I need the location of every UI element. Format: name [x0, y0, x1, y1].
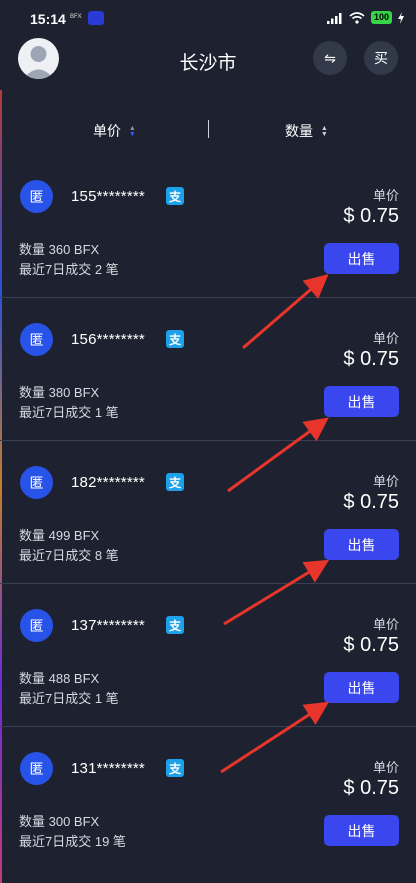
buy-label: 买: [374, 50, 388, 66]
merchant-phone: 137********: [71, 617, 145, 634]
app-notification-icon: [88, 11, 104, 25]
anonymous-merchant-icon: 匿: [20, 752, 53, 785]
sell-button[interactable]: 出售: [324, 243, 399, 274]
merchant-phone: 182********: [71, 474, 145, 491]
swap-icon: ⇋: [324, 49, 336, 66]
listing-card: 匿 131******** 支 数量 300 BFX 最近7日成交 19 笔 单…: [0, 727, 416, 869]
sort-by-quantity[interactable]: 数量 ▲ ▼: [285, 121, 328, 141]
anonymous-merchant-icon: 匿: [20, 609, 53, 642]
sell-button[interactable]: 出售: [324, 672, 399, 703]
status-indicators: 100: [326, 11, 404, 24]
price-label: 单价: [372, 617, 399, 632]
listing-card: 匿 137******** 支 数量 488 BFX 最近7日成交 1 笔 单价…: [0, 584, 416, 727]
status-app-label: BFX: [70, 14, 82, 20]
header: 长沙市 ⇋ 买: [0, 36, 416, 86]
price-label: 单价: [372, 188, 399, 203]
price-label: 单价: [372, 760, 399, 775]
sort-by-price[interactable]: 单价 ▲ ▼: [93, 121, 136, 141]
listing-price: $ 0.75: [343, 205, 399, 227]
listing-recent-trades: 最近7日成交 1 笔: [19, 405, 119, 420]
listing-recent-trades: 最近7日成交 8 笔: [19, 548, 119, 563]
anonymous-merchant-icon: 匿: [20, 180, 53, 213]
anonymous-merchant-icon: 匿: [20, 466, 53, 499]
listing-price: $ 0.75: [343, 348, 399, 370]
alipay-icon: 支: [166, 473, 184, 491]
sort-quantity-label: 数量: [285, 123, 313, 139]
listing-quantity: 数量 360 BFX: [19, 242, 100, 257]
sort-arrows-icon: ▲ ▼: [128, 125, 136, 139]
listing-quantity: 数量 488 BFX: [19, 671, 100, 686]
merchant-phone: 155********: [71, 188, 145, 205]
alipay-icon: 支: [166, 616, 184, 634]
sort-bar: 单价 ▲ ▼ 数量 ▲ ▼: [0, 112, 416, 148]
alipay-icon: 支: [166, 187, 184, 205]
listing-recent-trades: 最近7日成交 1 笔: [19, 691, 119, 706]
listing-quantity: 数量 499 BFX: [19, 528, 100, 543]
listing-recent-trades: 最近7日成交 19 笔: [19, 834, 126, 849]
wifi-icon: [349, 11, 365, 24]
merchant-phone: 131********: [71, 760, 145, 777]
listing-price: $ 0.75: [343, 777, 399, 799]
listing-quantity: 数量 380 BFX: [19, 385, 100, 400]
alipay-icon: 支: [166, 759, 184, 777]
listing-card: 匿 156******** 支 数量 380 BFX 最近7日成交 1 笔 单价…: [0, 298, 416, 441]
sort-arrows-icon: ▲ ▼: [320, 125, 328, 139]
status-time: 15:14: [30, 11, 66, 27]
charging-icon: [398, 11, 404, 24]
sell-button[interactable]: 出售: [324, 386, 399, 417]
anonymous-merchant-icon: 匿: [20, 323, 53, 356]
listing-price: $ 0.75: [343, 491, 399, 513]
status-bar: 15:14 BFX 100: [0, 0, 416, 36]
sort-price-label: 单价: [93, 123, 121, 139]
listing-quantity: 数量 300 BFX: [19, 814, 100, 829]
price-label: 单价: [372, 474, 399, 489]
listing-card: 匿 155******** 支 数量 360 BFX 最近7日成交 2 笔 单价…: [0, 155, 416, 298]
listing-list: 匿 155******** 支 数量 360 BFX 最近7日成交 2 笔 单价…: [0, 155, 416, 869]
page-title: 长沙市: [179, 53, 237, 74]
sell-button[interactable]: 出售: [324, 529, 399, 560]
alipay-icon: 支: [166, 330, 184, 348]
sell-button[interactable]: 出售: [324, 815, 399, 846]
listing-recent-trades: 最近7日成交 2 笔: [19, 262, 119, 277]
merchant-phone: 156********: [71, 331, 145, 348]
battery-icon: 100: [370, 11, 392, 24]
buy-button[interactable]: 买: [364, 41, 398, 75]
sort-divider: [208, 120, 209, 138]
price-label: 单价: [372, 331, 399, 346]
swap-button[interactable]: ⇋: [313, 41, 347, 75]
listing-card: 匿 182******** 支 数量 499 BFX 最近7日成交 8 笔 单价…: [0, 441, 416, 584]
listing-price: $ 0.75: [343, 634, 399, 656]
signal-icon: [326, 12, 342, 24]
